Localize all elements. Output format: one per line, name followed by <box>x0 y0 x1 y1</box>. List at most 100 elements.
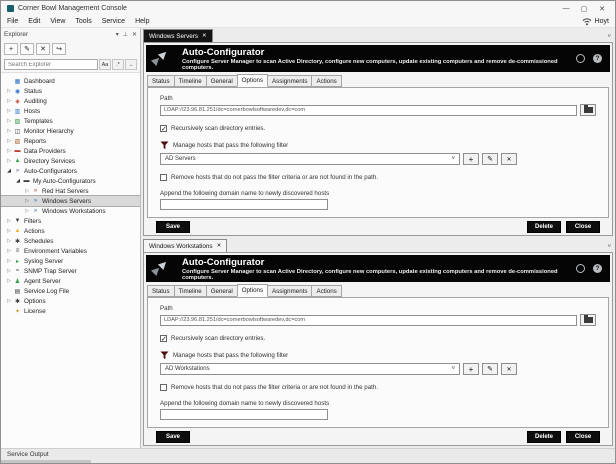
search-input[interactable] <box>4 59 98 70</box>
tree-item-my-auto-configurators[interactable]: ◢ ▬ My Auto-Configurators <box>1 176 140 186</box>
tab-options[interactable]: Options <box>236 284 269 297</box>
tab-list-chevron-icon[interactable]: ˅ <box>607 244 611 250</box>
close-window-icon[interactable]: ✕ <box>593 2 611 15</box>
tab-assignments[interactable]: Assignments <box>267 285 313 297</box>
regex-button[interactable]: .* <box>112 59 124 70</box>
open-button[interactable]: ↪ <box>52 43 66 55</box>
delete-button[interactable]: ✕ <box>36 43 50 55</box>
tab-actions[interactable]: Actions <box>311 285 342 297</box>
tree-item-windows-servers[interactable]: ▷» Windows Servers <box>1 195 140 207</box>
save-button[interactable]: Save <box>156 430 190 443</box>
chevron-right-icon[interactable]: ▷ <box>5 268 13 274</box>
remove-checkbox[interactable] <box>160 174 167 181</box>
add-button[interactable]: + <box>4 43 18 55</box>
close-button[interactable]: Close <box>566 430 600 443</box>
tree-item-data-providers[interactable]: ▷ ▬ Data Providers <box>1 146 140 156</box>
chevron-right-icon[interactable]: ▷ <box>5 258 13 264</box>
tree-item-auditing[interactable]: ▷ ◈ Auditing <box>1 96 140 106</box>
tree-item-environment-variables[interactable]: ▷ ≡ Environment Variables <box>1 246 140 256</box>
chevron-right-icon[interactable]: ▷ <box>5 98 13 104</box>
close-button[interactable]: Close <box>566 220 600 233</box>
user-menu[interactable]: Hoyt <box>582 17 609 26</box>
tree-item-hosts[interactable]: ▷ ▥ Hosts <box>1 106 140 116</box>
chevron-right-icon[interactable]: ▷ <box>5 128 13 134</box>
tree-item-templates[interactable]: ▷ ▧ Templates <box>1 116 140 126</box>
tab-general[interactable]: General <box>205 75 238 87</box>
tree-item-windows-workstations[interactable]: ▷» Windows Workstations <box>1 206 140 216</box>
chevron-right-icon[interactable]: ▷ <box>23 208 31 214</box>
close-tab-icon[interactable]: ✕ <box>202 33 207 39</box>
add-filter-button[interactable]: + <box>463 153 479 165</box>
menu-help[interactable]: Help <box>135 18 149 25</box>
help-icon[interactable]: ? <box>593 264 602 273</box>
chevron-right-icon[interactable]: ▷ <box>5 108 13 114</box>
edit-filter-button[interactable]: ✎ <box>482 153 498 165</box>
close-panel-icon[interactable]: ✕ <box>132 31 137 38</box>
append-domain-input[interactable] <box>160 199 328 210</box>
path-input[interactable] <box>160 314 577 326</box>
scrollbar-thumb[interactable] <box>1 460 91 463</box>
chevron-right-icon[interactable]: ▷ <box>5 158 13 164</box>
match-case-button[interactable]: Aa <box>99 59 111 70</box>
path-input[interactable] <box>160 104 577 116</box>
doc-tab-windows-servers[interactable]: Windows Servers ✕ <box>143 29 213 42</box>
tab-assignments[interactable]: Assignments <box>267 75 313 87</box>
close-tab-icon[interactable]: ✕ <box>217 243 222 249</box>
add-filter-button[interactable]: + <box>463 363 479 375</box>
chevron-expanded-icon[interactable]: ◢ <box>5 168 13 174</box>
menu-service[interactable]: Service <box>102 18 125 25</box>
chevron-right-icon[interactable]: ▷ <box>5 238 13 244</box>
append-domain-input[interactable] <box>160 409 328 420</box>
browse-folder-button[interactable] <box>580 314 596 326</box>
tree-item-agent-server[interactable]: ▷ ♟ Agent Server <box>1 276 140 286</box>
chevron-right-icon[interactable]: ▷ <box>23 198 31 204</box>
filter-select[interactable]: AD Servers ˅ <box>160 153 460 165</box>
filter-select[interactable]: AD Workstations ˅ <box>160 363 460 375</box>
tab-status[interactable]: Status <box>147 75 175 87</box>
chevron-expanded-icon[interactable]: ◢ <box>14 178 22 184</box>
tree-item-monitor-hierarchy[interactable]: ▷ ◫ Monitor Hierarchy <box>1 126 140 136</box>
chevron-right-icon[interactable]: ▷ <box>5 118 13 124</box>
pin-icon[interactable]: ⊥ <box>123 31 128 38</box>
remove-filter-button[interactable]: ✕ <box>501 363 517 375</box>
tree-item-red-hat-servers[interactable]: ▷» Red Hat Servers <box>1 186 140 196</box>
tree-item-reports[interactable]: ▷ ▨ Reports <box>1 136 140 146</box>
chevron-right-icon[interactable]: ▷ <box>5 138 13 144</box>
chevron-right-icon[interactable]: ▷ <box>5 248 13 254</box>
tree-item-status[interactable]: ▷ ◉ Status <box>1 86 140 96</box>
tree-item-auto-configurators[interactable]: ◢» Auto-Configurators <box>1 166 140 176</box>
menu-edit[interactable]: Edit <box>28 18 40 25</box>
help-icon[interactable]: ? <box>593 54 602 63</box>
tree-item-dashboard[interactable]: ▦ Dashboard <box>1 76 140 86</box>
edit-button[interactable]: ✎ <box>20 43 34 55</box>
remove-filter-button[interactable]: ✕ <box>501 153 517 165</box>
chevron-right-icon[interactable]: ▷ <box>5 228 13 234</box>
save-button[interactable]: Save <box>156 220 190 233</box>
delete-button[interactable]: Delete <box>527 430 561 443</box>
tab-list-chevron-icon[interactable]: ˅ <box>607 34 611 40</box>
delete-button[interactable]: Delete <box>527 220 561 233</box>
chevron-right-icon[interactable]: ▷ <box>5 88 13 94</box>
tree-item-actions[interactable]: ▷ ▲ Actions <box>1 226 140 236</box>
tree-item-syslog-server[interactable]: ▷ ▸ Syslog Server <box>1 256 140 266</box>
doc-tab-windows-workstations[interactable]: Windows Workstations ✕ <box>143 239 228 252</box>
tree-item-options[interactable]: ▷ ✱ Options <box>1 296 140 306</box>
tree-item-snmp-trap-server[interactable]: ▷ ≈ SNMP Trap Server <box>1 266 140 276</box>
tree-item-service-log-file[interactable]: ▤ Service Log File <box>1 286 140 296</box>
tree-item-directory-services[interactable]: ▷ ▲ Directory Services <box>1 156 140 166</box>
edit-filter-button[interactable]: ✎ <box>482 363 498 375</box>
tab-options[interactable]: Options <box>236 74 269 87</box>
menu-tools[interactable]: Tools <box>75 18 91 25</box>
tab-general[interactable]: General <box>205 285 238 297</box>
search-go-button[interactable]: → <box>125 59 137 70</box>
maximize-icon[interactable]: ▢ <box>575 2 593 15</box>
tree-item-filters[interactable]: ▷ ▼ Filters <box>1 216 140 226</box>
tab-timeline[interactable]: Timeline <box>173 285 207 297</box>
browse-folder-button[interactable] <box>580 104 596 116</box>
tab-actions[interactable]: Actions <box>311 75 342 87</box>
tab-timeline[interactable]: Timeline <box>173 75 207 87</box>
menu-view[interactable]: View <box>50 18 65 25</box>
chevron-right-icon[interactable]: ▷ <box>5 298 13 304</box>
tree-item-license[interactable]: ✦ License <box>1 306 140 316</box>
chevron-right-icon[interactable]: ▷ <box>5 148 13 154</box>
